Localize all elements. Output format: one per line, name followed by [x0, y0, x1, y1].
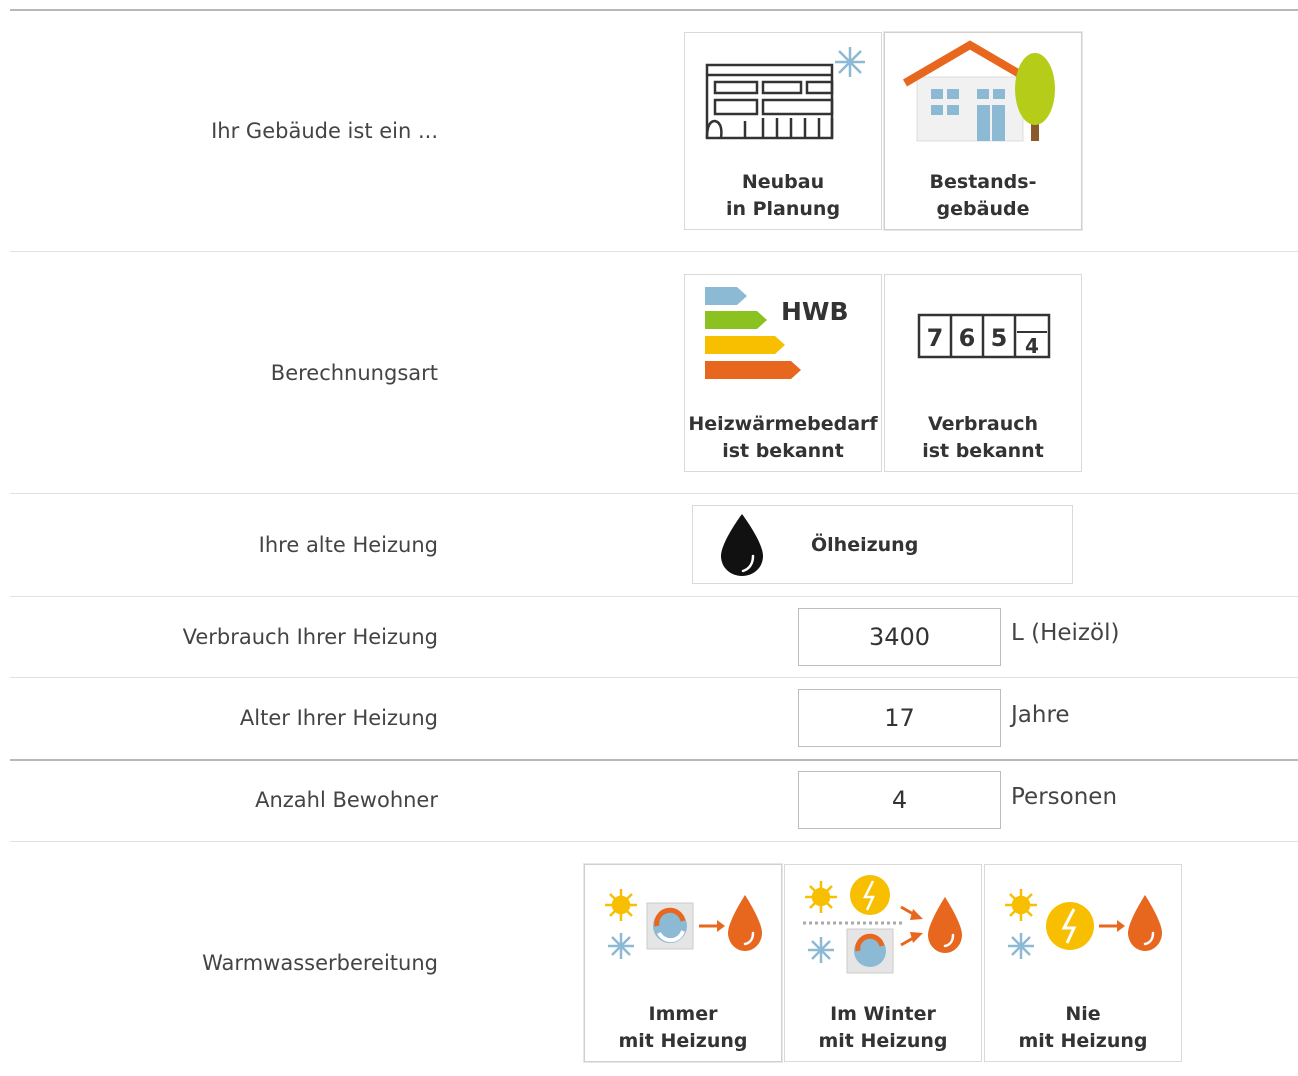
option-line2: ist bekannt [922, 440, 1044, 462]
divider [10, 841, 1298, 842]
divider [10, 596, 1298, 597]
residents-label: Anzahl Bewohner [255, 788, 438, 812]
residents-unit: Personen [1011, 784, 1118, 810]
heat-pump-winter-icon [803, 875, 962, 974]
meter-digit: 6 [959, 324, 976, 352]
divider [10, 251, 1298, 252]
electric-boiler-icon [1005, 889, 1162, 959]
option-line1: Nie [1065, 1003, 1101, 1025]
oil-drop-icon [721, 514, 763, 576]
consumption-label: Verbrauch Ihrer Heizung [182, 625, 438, 649]
old-heating-select[interactable]: Ölheizung [692, 505, 1073, 584]
option-new-building[interactable]: Neubau in Planung [684, 32, 882, 230]
divider [10, 493, 1298, 494]
option-line2: mit Heizung [1018, 1030, 1148, 1052]
energy-rating-icon: HWB [705, 287, 849, 379]
option-line2: gebäude [936, 198, 1030, 220]
hwb-badge: HWB [781, 297, 849, 326]
option-consumption-known[interactable]: 7 6 5 4 Verbrauch ist bekannt [884, 274, 1082, 472]
option-line1: Im Winter [830, 1003, 936, 1025]
new-building-icon [705, 47, 865, 140]
option-line2: mit Heizung [818, 1030, 948, 1052]
option-hot-water-never[interactable]: Nie mit Heizung [984, 864, 1182, 1062]
age-input[interactable] [798, 689, 1001, 747]
building-type-label: Ihr Gebäude ist ein ... [211, 119, 438, 143]
consumption-unit: L (Heizöl) [1011, 620, 1120, 646]
meter-digit: 5 [991, 324, 1008, 352]
meter-digit: 4 [1025, 334, 1039, 358]
option-line1: Verbrauch [927, 413, 1039, 435]
age-unit: Jahre [1011, 702, 1070, 728]
meter-digit: 7 [927, 324, 944, 352]
divider [10, 677, 1298, 678]
hot-water-label: Warmwasserbereitung [202, 951, 438, 975]
divider [10, 759, 1298, 761]
option-line1: Heizwärmebedarf [688, 413, 878, 435]
calculation-type-label: Berechnungsart [270, 361, 438, 385]
option-line1: Immer [648, 1003, 718, 1025]
option-hot-water-winter[interactable]: Im Winter mit Heizung [784, 864, 982, 1062]
option-line2: mit Heizung [618, 1030, 748, 1052]
meter-counter-icon: 7 6 5 4 [917, 313, 1051, 359]
old-heating-label: Ihre alte Heizung [258, 533, 438, 557]
residents-input[interactable] [798, 771, 1001, 829]
heat-pump-always-icon [605, 889, 762, 959]
divider-top [10, 9, 1298, 11]
option-heat-demand-known[interactable]: HWB Heizwärmebedarf ist bekannt [684, 274, 882, 472]
option-hot-water-always[interactable]: Immer mit Heizung [584, 864, 782, 1062]
age-label: Alter Ihrer Heizung [239, 706, 438, 730]
consumption-input[interactable] [798, 608, 1001, 666]
option-line2: ist bekannt [722, 440, 844, 462]
option-line1: Bestands- [929, 171, 1037, 193]
option-line1: Neubau [741, 171, 825, 193]
old-heating-value: Ölheizung [811, 534, 919, 556]
existing-house-icon [902, 40, 1055, 142]
option-line2: in Planung [725, 198, 841, 220]
option-existing-building[interactable]: Bestands- gebäude [884, 32, 1082, 230]
